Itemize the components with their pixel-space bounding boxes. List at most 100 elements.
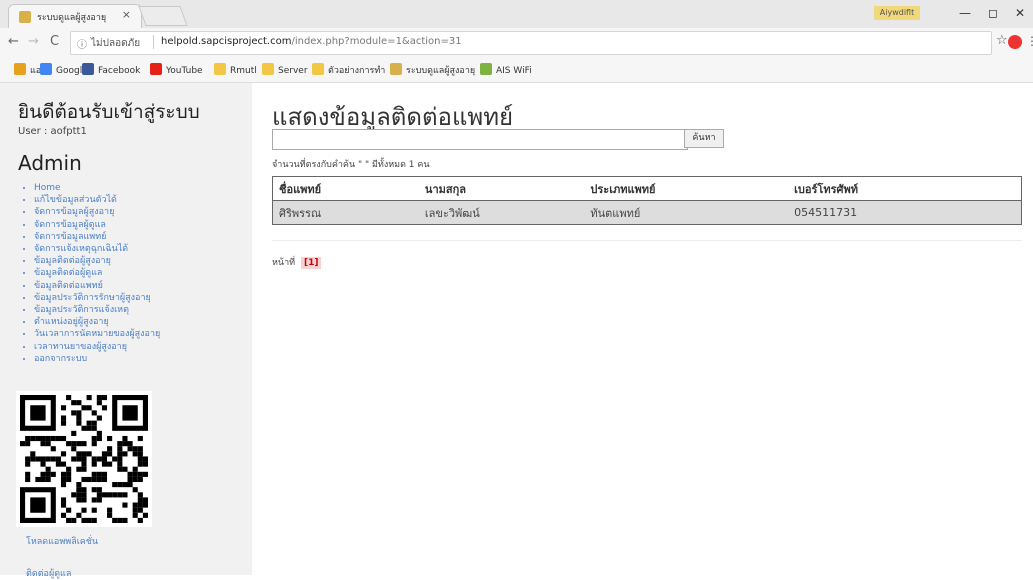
sidebar-menu-label: ข้อมูลติดต่อแพทย์ bbox=[34, 280, 103, 291]
bookmark-item[interactable]: YouTube bbox=[150, 63, 203, 76]
url-path: /index.php?module=1&action=31 bbox=[291, 36, 462, 47]
url-host: helpold.sapcisproject.com bbox=[161, 36, 292, 47]
qr-code bbox=[16, 391, 152, 527]
tab-title: ระบบดูแลผู้สูงอายุ bbox=[37, 13, 107, 23]
sidebar-menu-item[interactable]: จัดการข้อมูลแพทย์ bbox=[34, 231, 160, 243]
sidebar-menu-item[interactable]: ข้อมูลติดต่อผู้สูงอายุ bbox=[34, 255, 160, 267]
reload-icon[interactable]: C bbox=[50, 34, 59, 49]
bookmark-label: AIS WiFi bbox=[496, 66, 532, 76]
pager-current-page[interactable]: [1] bbox=[300, 257, 322, 269]
bookmark-label: Facebook bbox=[98, 66, 141, 76]
sidebar-menu-label: จัดการข้อมูลแพทย์ bbox=[34, 231, 107, 242]
bookmark-label: YouTube bbox=[166, 66, 203, 76]
sidebar-menu-item[interactable]: เวลาทานยาของผู้สูงอายุ bbox=[34, 341, 160, 353]
result-count: จำนวนที่ตรงกับคำค้น " " มีทั้งหมด 1 คน bbox=[272, 160, 430, 170]
bookmark-item[interactable]: Facebook bbox=[82, 63, 140, 76]
bookmark-icon bbox=[390, 63, 402, 75]
browser-tab-bar: ระบบดูแลผู้สูงอายุ × Aiywdiflt — ◻ ✕ bbox=[0, 0, 1033, 29]
sidebar-menu-item[interactable]: ข้อมูลประวัติการรักษาผู้สูงอายุ bbox=[34, 292, 160, 304]
sidebar-menu-label: ตำแหน่งอยู่ผู้สูงอายุ bbox=[34, 317, 109, 328]
sidebar-menu: Home แก้ไขข้อมูลส่วนตัวได้จัดการข้อมูลผู้… bbox=[18, 182, 160, 365]
extension-icon[interactable] bbox=[1008, 35, 1022, 49]
minimize-button[interactable]: — bbox=[955, 6, 975, 20]
bookmark-item[interactable]: ระบบดูแลผู้สูงอายุ bbox=[390, 63, 475, 77]
sidebar-menu-item[interactable]: วันเวลาการนัดหมายของผู้สูงอายุ bbox=[34, 328, 160, 340]
bookmark-icon bbox=[150, 63, 162, 75]
column-header: นามสกุล bbox=[418, 176, 585, 201]
divider bbox=[272, 240, 1022, 241]
bookmark-label: ตัวอย่างการทำ bbox=[328, 66, 386, 76]
search-input[interactable] bbox=[272, 129, 688, 150]
sidebar-menu-item[interactable]: Home bbox=[34, 182, 160, 194]
info-icon[interactable]: ⓘ bbox=[77, 36, 87, 51]
back-arrow-icon[interactable]: ← bbox=[8, 34, 19, 49]
bookmark-item[interactable]: Rmutl bbox=[214, 63, 257, 76]
welcome-heading: ยินดีต้อนรับเข้าสู่ระบบ bbox=[18, 101, 200, 123]
bookmark-label: ระบบดูแลผู้สูงอายุ bbox=[406, 66, 476, 76]
new-tab-button[interactable] bbox=[138, 6, 188, 26]
maximize-button[interactable]: ◻ bbox=[983, 6, 1003, 20]
bookmark-icon bbox=[82, 63, 94, 75]
close-window-button[interactable]: ✕ bbox=[1010, 6, 1030, 20]
sidebar: ยินดีต้อนรับเข้าสู่ระบบ User : aofptt1 A… bbox=[0, 83, 252, 579]
sidebar-menu-item[interactable]: ข้อมูลติดต่อผู้ดูแล bbox=[34, 267, 160, 279]
sidebar-menu-label: ข้อมูลติดต่อผู้ดูแล bbox=[34, 268, 103, 279]
bookmark-icon bbox=[480, 63, 492, 75]
sidebar-menu-label: แก้ไขข้อมูลส่วนตัวได้ bbox=[34, 195, 117, 206]
column-header: ประเภทแพทย์ bbox=[584, 176, 789, 201]
table-header-row: ชื่อแพทย์ นามสกุล ประเภทแพทย์ เบอร์โทรศัพท์ bbox=[272, 176, 1022, 201]
table-row[interactable]: ศิริพรรณ เลขะวิพัฒน์ ทันตแพทย์ 054511731 bbox=[272, 200, 1022, 225]
user-label: User : aofptt1 bbox=[18, 126, 87, 137]
sidebar-menu-item[interactable]: ข้อมูลประวัติการแจ้งเหตุ bbox=[34, 304, 160, 316]
column-header: ชื่อแพทย์ bbox=[272, 176, 419, 201]
sidebar-menu-item[interactable]: ออกจากระบบ bbox=[34, 353, 160, 365]
table-body: ศิริพรรณ เลขะวิพัฒน์ ทันตแพทย์ 054511731 bbox=[272, 200, 1022, 225]
sidebar-menu-item[interactable]: ข้อมูลติดต่อแพทย์ bbox=[34, 280, 160, 292]
address-divider bbox=[153, 35, 154, 49]
table-cell: ทันตแพทย์ bbox=[584, 200, 789, 225]
contact-caregiver-link[interactable]: ติดต่อผู้ดูแล bbox=[26, 566, 71, 580]
bookmark-label: Rmutl bbox=[230, 66, 257, 76]
sidebar-menu-label: จัดการข้อมูลผู้ดูแล bbox=[34, 219, 106, 230]
sidebar-menu-label: Home bbox=[34, 183, 61, 193]
sidebar-menu-label: ข้อมูลติดต่อผู้สูงอายุ bbox=[34, 256, 111, 267]
bookmark-item[interactable]: Google bbox=[40, 63, 88, 76]
bookmark-icon bbox=[214, 63, 226, 75]
sidebar-menu-label: วันเวลาการนัดหมายของผู้สูงอายุ bbox=[34, 329, 161, 340]
bookmark-icon bbox=[40, 63, 52, 75]
tab-close-icon[interactable]: × bbox=[122, 8, 131, 21]
sidebar-menu-item[interactable]: ตำแหน่งอยู่ผู้สูงอายุ bbox=[34, 316, 160, 328]
bookmarks-bar: แอป Google Facebook YouTube Rmutl Server ตัวอย… bbox=[0, 58, 1033, 83]
bookmark-item[interactable]: ตัวอย่างการทำ bbox=[312, 63, 385, 77]
sidebar-menu-label: เวลาทานยาของผู้สูงอายุ bbox=[34, 341, 128, 352]
profile-badge[interactable]: Aiywdiflt bbox=[874, 6, 920, 20]
sidebar-menu-item[interactable]: จัดการข้อมูลผู้สูงอายุ bbox=[34, 206, 160, 218]
site-favicon-icon bbox=[19, 11, 31, 23]
pagination: หน้าที่ [1] bbox=[272, 255, 322, 269]
bookmark-star-icon[interactable]: ☆ bbox=[996, 33, 1008, 48]
sidebar-menu-label: ข้อมูลประวัติการรักษาผู้สูงอายุ bbox=[34, 292, 151, 303]
bookmark-icon bbox=[262, 63, 274, 75]
sidebar-menu-item[interactable]: จัดการแจ้งเหตุฉุกเฉินได้ bbox=[34, 243, 160, 255]
bookmark-item[interactable]: Server bbox=[262, 63, 308, 76]
sidebar-menu-item[interactable]: จัดการข้อมูลผู้ดูแล bbox=[34, 219, 160, 231]
bookmark-item[interactable]: AIS WiFi bbox=[480, 63, 532, 76]
browser-tab[interactable]: ระบบดูแลผู้สูงอายุ × bbox=[8, 4, 142, 29]
role-heading: Admin bbox=[18, 151, 82, 175]
search-button[interactable]: ค้นหา bbox=[684, 129, 724, 148]
doctor-table: ชื่อแพทย์ นามสกุล ประเภทแพทย์ เบอร์โทรศัพท์… bbox=[272, 176, 1022, 225]
sidebar-menu-label: ออกจากระบบ bbox=[34, 353, 88, 364]
table-cell: ศิริพรรณ bbox=[272, 200, 419, 225]
security-label: ไม่ปลอดภัย bbox=[91, 38, 141, 49]
browser-toolbar: ← → C ⓘ ไม่ปลอดภัย helpold.sapcisproject… bbox=[0, 28, 1033, 58]
table-cell: 054511731 bbox=[788, 200, 1022, 225]
browser-menu-icon[interactable]: ⋮ bbox=[1026, 34, 1033, 48]
address-bar[interactable]: ⓘ ไม่ปลอดภัย helpold.sapcisproject.com/i… bbox=[70, 31, 992, 55]
bookmark-icon bbox=[312, 63, 324, 75]
sidebar-menu-item[interactable]: แก้ไขข้อมูลส่วนตัวได้ bbox=[34, 194, 160, 206]
sidebar-menu-label: จัดการแจ้งเหตุฉุกเฉินได้ bbox=[34, 244, 129, 255]
url-text[interactable]: helpold.sapcisproject.com/index.php?modu… bbox=[161, 36, 462, 47]
download-app-link[interactable]: โหลดแอพพลิเคชั่น bbox=[26, 534, 98, 548]
sidebar-menu-label: จัดการข้อมูลผู้สูงอายุ bbox=[34, 207, 115, 218]
forward-arrow-icon[interactable]: → bbox=[28, 34, 39, 49]
